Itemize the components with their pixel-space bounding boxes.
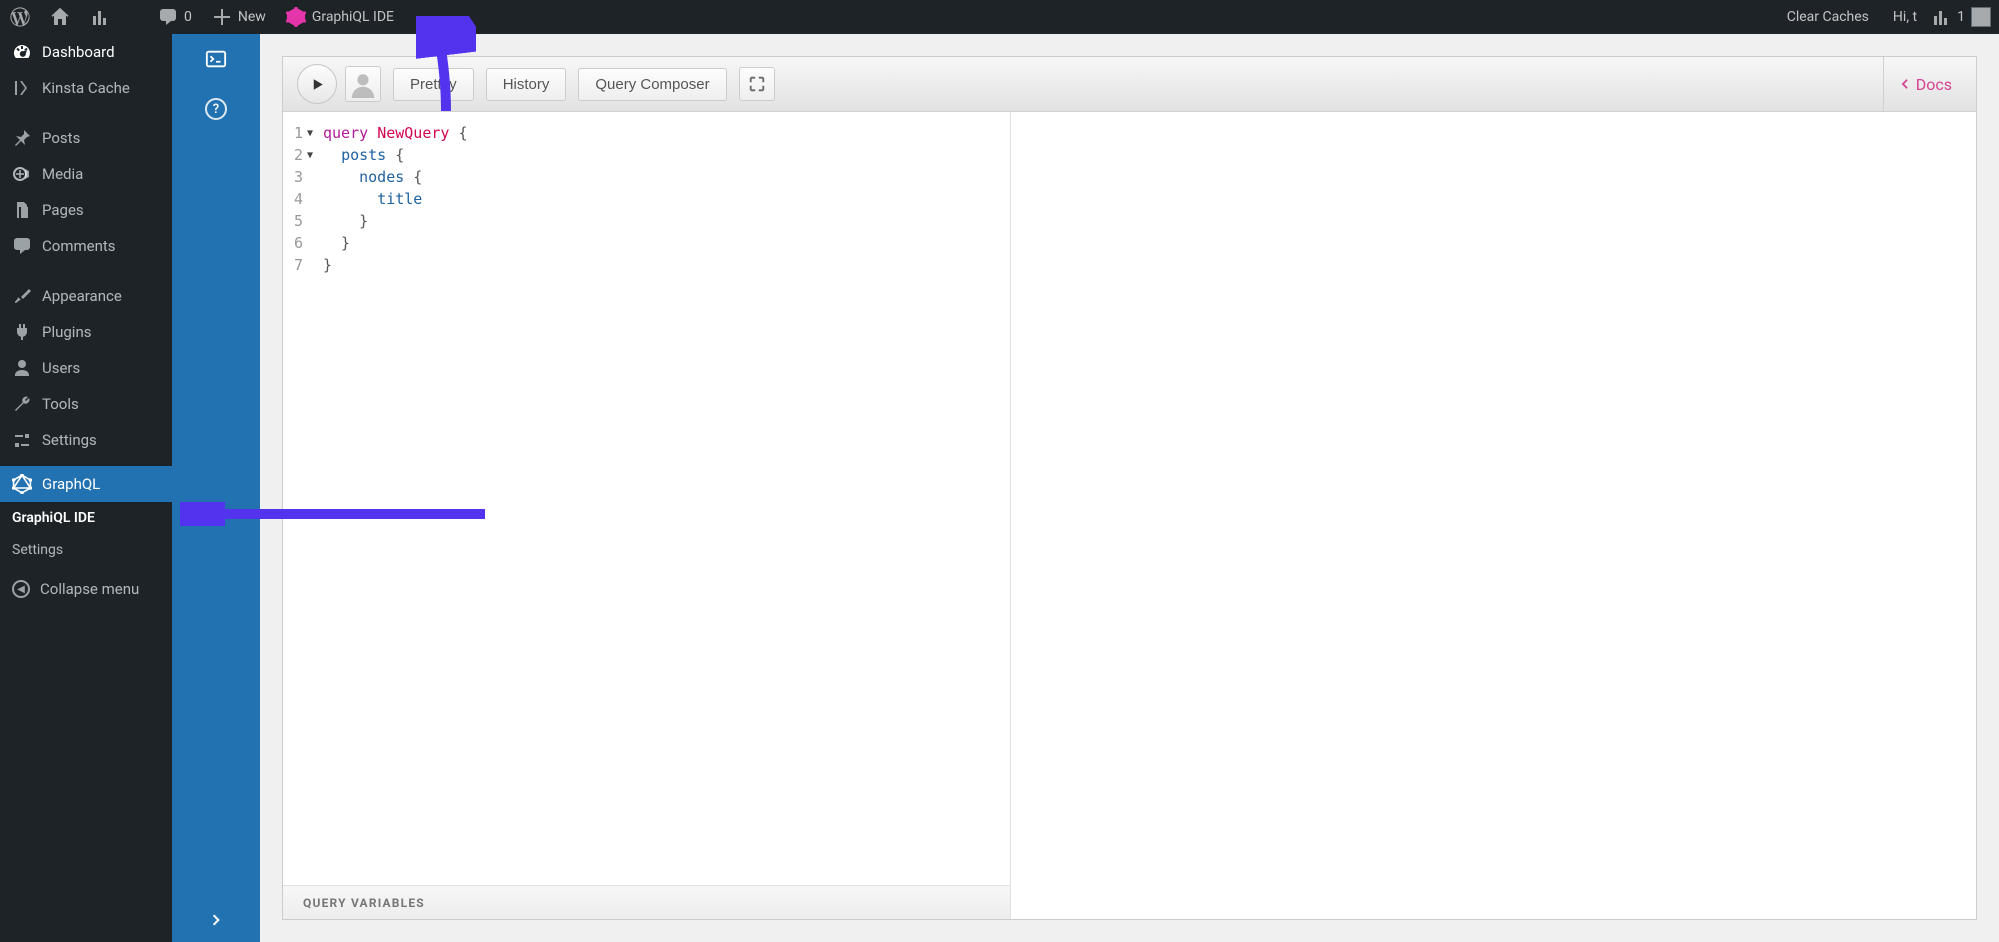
- editor-wrap: 1▼ 2▼ 3 4 5 6 7 query NewQuery { posts {…: [283, 112, 1976, 919]
- sidebar-item-graphql[interactable]: GraphQL: [0, 466, 172, 502]
- line-gutter: 1▼ 2▼ 3 4 5 6 7: [283, 112, 317, 885]
- query-editor[interactable]: 1▼ 2▼ 3 4 5 6 7 query NewQuery { posts {…: [283, 112, 1010, 885]
- help-icon: ?: [205, 98, 227, 120]
- chevron-right-icon: [208, 912, 224, 928]
- chevron-left-icon: [1898, 77, 1912, 91]
- graphiql-ide-link[interactable]: GraphiQL IDE: [276, 0, 404, 34]
- avatar[interactable]: [1971, 7, 1991, 27]
- new-label: New: [238, 9, 266, 25]
- prettify-button[interactable]: Prettify: [393, 68, 474, 101]
- sidebar-item-users[interactable]: Users: [0, 350, 172, 386]
- query-variables-bar[interactable]: QUERY VARIABLES: [283, 885, 1010, 919]
- submenu-settings[interactable]: Settings: [0, 534, 172, 566]
- collapse-icon: ◀: [12, 580, 30, 598]
- plus-icon: [212, 7, 232, 27]
- collapse-menu-button[interactable]: ◀ Collapse menu: [0, 572, 172, 606]
- graphiql-toolbar: Prettify History Query Composer Docs: [283, 57, 1976, 112]
- main-content: Prettify History Query Composer Docs 1▼ …: [260, 34, 1999, 942]
- clear-caches-link[interactable]: Clear Caches: [1777, 0, 1879, 34]
- sidebar-item-posts[interactable]: Posts: [0, 120, 172, 156]
- rail-ide-button[interactable]: [172, 34, 260, 84]
- sliders-icon: [12, 430, 32, 450]
- wp-admin-bar: 0 New GraphiQL IDE Clear Caches: [0, 0, 1999, 34]
- small-icon[interactable]: [1931, 7, 1951, 27]
- sidebar-item-media[interactable]: Media: [0, 156, 172, 192]
- sidebar-item-comments[interactable]: Comments: [0, 228, 172, 264]
- graphql-menu-icon: [12, 474, 32, 494]
- account-menu[interactable]: Hi, t: [1883, 0, 1927, 34]
- terminal-icon: [205, 48, 227, 70]
- graphiql-panel: Prettify History Query Composer Docs 1▼ …: [282, 56, 1977, 920]
- home-icon: [50, 7, 70, 27]
- fold-line-2[interactable]: ▼: [307, 145, 313, 167]
- comments-link[interactable]: 0: [148, 0, 202, 34]
- fold-line-1[interactable]: ▼: [307, 123, 313, 145]
- sidebar-item-settings[interactable]: Settings: [0, 422, 172, 458]
- auth-avatar-button[interactable]: [345, 66, 381, 102]
- play-icon: [310, 77, 325, 92]
- graphiql-side-rail: ?: [172, 34, 260, 942]
- fullscreen-button[interactable]: [739, 67, 775, 101]
- brush-icon: [12, 286, 32, 306]
- pages-icon: [12, 200, 32, 220]
- stats-link[interactable]: [80, 0, 120, 34]
- user-circle-icon: [349, 70, 377, 98]
- sidebar-item-dashboard[interactable]: Dashboard: [0, 34, 172, 70]
- query-pane: 1▼ 2▼ 3 4 5 6 7 query NewQuery { posts {…: [283, 112, 1011, 919]
- sidebar-item-kinsta-cache[interactable]: Kinsta Cache: [0, 70, 172, 106]
- result-pane: [1011, 112, 1976, 919]
- rail-expand-button[interactable]: [172, 898, 260, 942]
- kinsta-icon: [12, 78, 32, 98]
- comments-icon: [12, 236, 32, 256]
- new-link[interactable]: New: [202, 0, 276, 34]
- graphiql-label: GraphiQL IDE: [312, 9, 394, 25]
- wrench-icon: [12, 394, 32, 414]
- fullscreen-icon: [748, 75, 766, 93]
- plug-icon: [12, 322, 32, 342]
- history-button[interactable]: History: [486, 68, 567, 101]
- wp-logo[interactable]: [0, 0, 40, 34]
- dashboard-icon: [12, 42, 32, 62]
- graphql-icon: [286, 7, 306, 27]
- sidebar-item-plugins[interactable]: Plugins: [0, 314, 172, 350]
- sidebar-item-pages[interactable]: Pages: [0, 192, 172, 228]
- sidebar-item-appearance[interactable]: Appearance: [0, 278, 172, 314]
- stats-icon: [90, 7, 110, 27]
- run-button[interactable]: [297, 64, 337, 104]
- sidebar-item-tools[interactable]: Tools: [0, 386, 172, 422]
- submenu-graphiql-ide[interactable]: GraphiQL IDE: [0, 502, 172, 534]
- docs-button[interactable]: Docs: [1888, 71, 1962, 98]
- comments-count: 0: [184, 9, 192, 25]
- code-lines: query NewQuery { posts { nodes { title }…: [317, 112, 1010, 885]
- comment-icon: [158, 7, 178, 27]
- query-composer-button[interactable]: Query Composer: [578, 68, 726, 101]
- wordpress-icon: [10, 7, 30, 27]
- media-icon: [12, 164, 32, 184]
- admin-sidebar: Dashboard Kinsta Cache Posts Media Pages…: [0, 34, 172, 942]
- rail-help-button[interactable]: ?: [172, 84, 260, 134]
- home-link[interactable]: [40, 0, 80, 34]
- pin-icon: [12, 128, 32, 148]
- greeting-text: Hi, t: [1893, 9, 1917, 25]
- user-icon: [12, 358, 32, 378]
